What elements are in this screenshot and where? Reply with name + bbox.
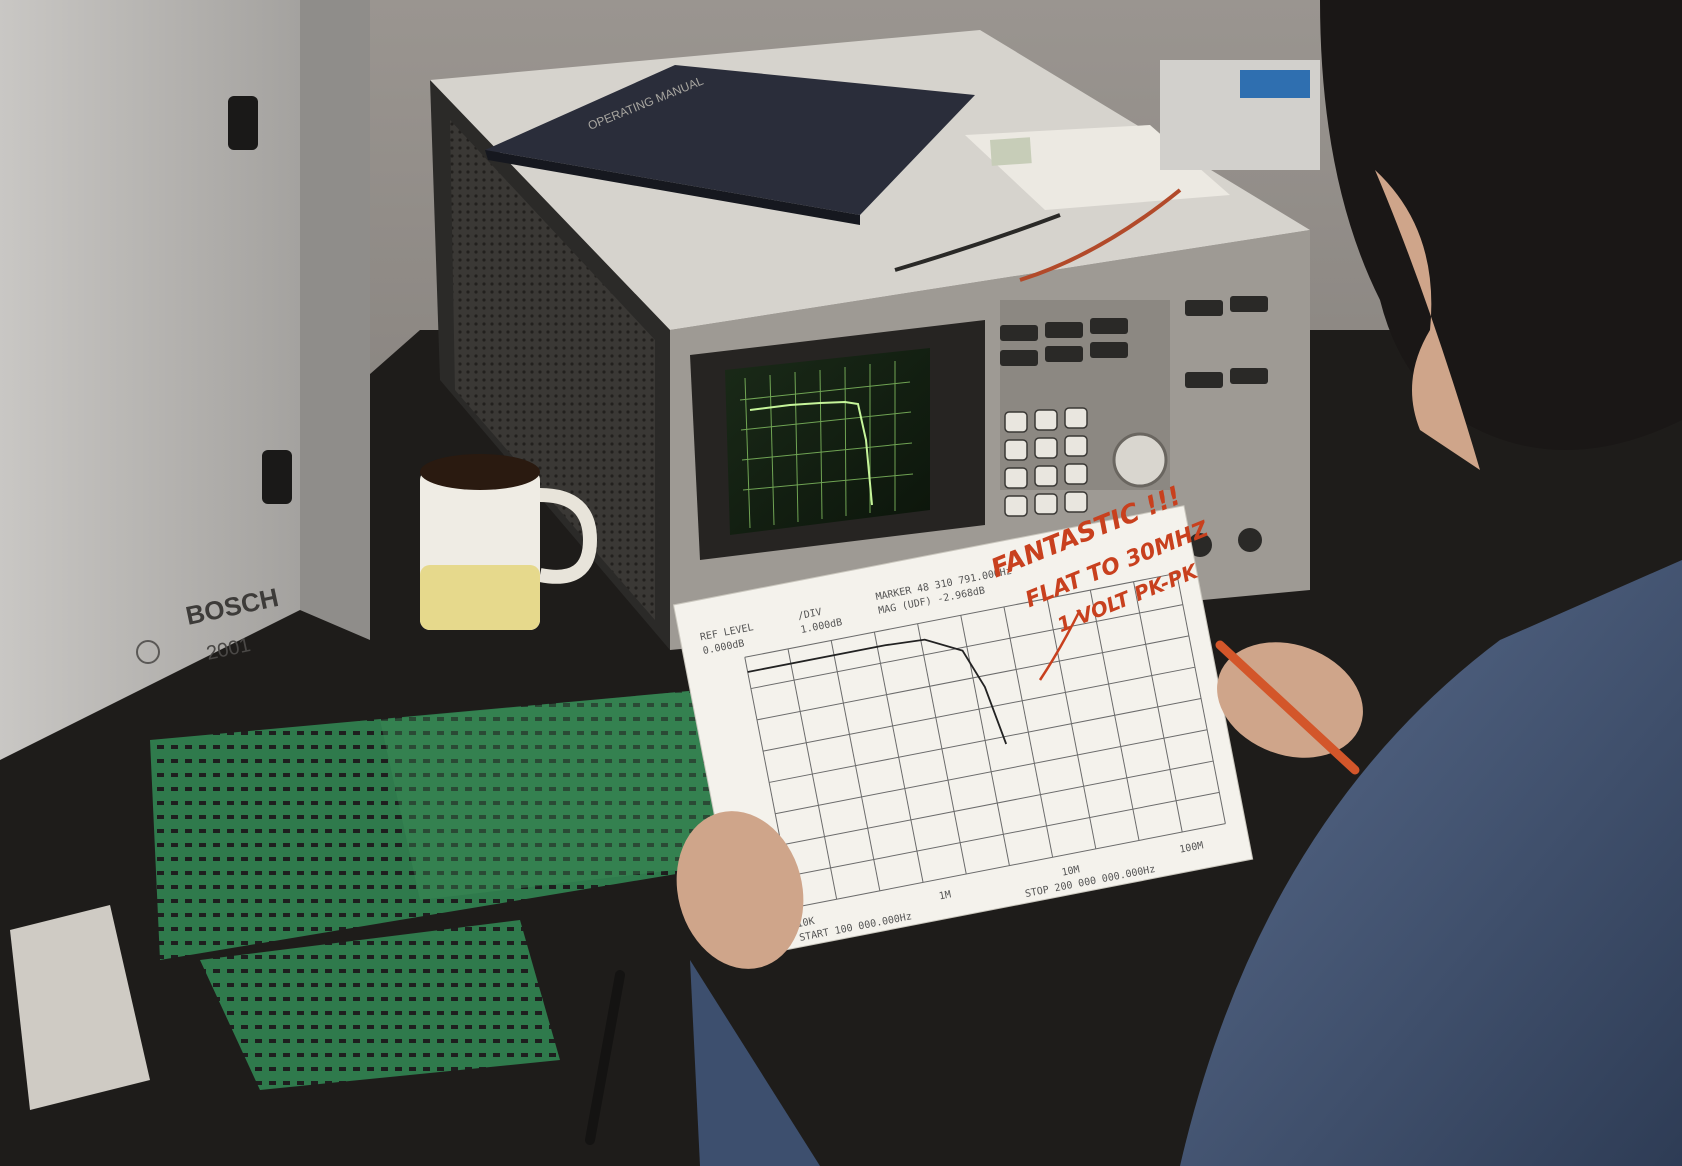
- cabinet-latch-lower: [262, 450, 292, 504]
- x-tick-1m: 1M: [938, 889, 952, 902]
- crt-screen: [725, 348, 930, 535]
- lab-bench-photo: BOSCH 2001 OPERATING MANUAL REF LEVEL 0.…: [0, 0, 1682, 1166]
- input-connector-b: [1238, 528, 1262, 552]
- instrument-right-label: [1240, 70, 1310, 98]
- multimeter-display: [990, 137, 1032, 166]
- cabinet-latch-upper: [228, 96, 258, 150]
- rotary-knob: [1112, 432, 1168, 488]
